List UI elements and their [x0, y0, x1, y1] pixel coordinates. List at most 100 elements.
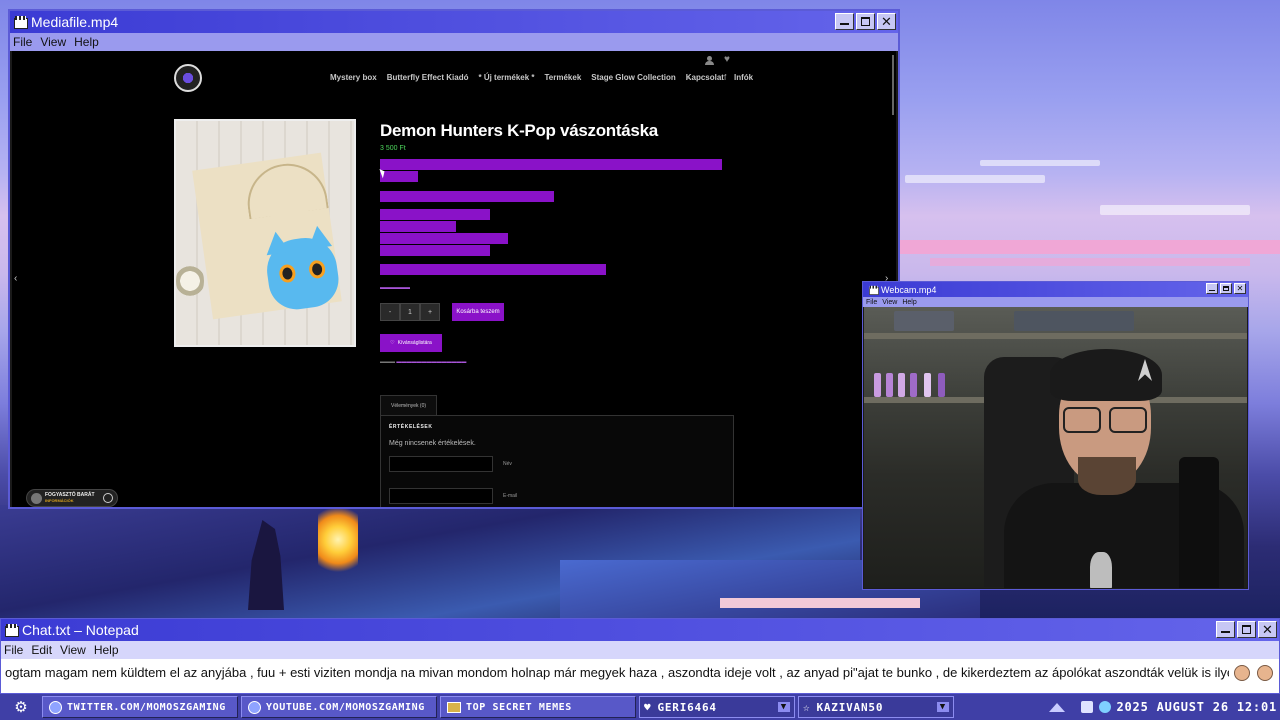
- toggle-icon[interactable]: [103, 493, 113, 503]
- reviews-panel: ÉRTÉKELÉSEK Még nincsenek értékelések. N…: [380, 415, 734, 507]
- media-menubar: File View Help: [10, 33, 898, 51]
- menu-edit[interactable]: Edit: [31, 643, 52, 657]
- menu-view[interactable]: View: [40, 35, 66, 49]
- qty-minus-button[interactable]: -: [380, 303, 400, 321]
- minimize-button[interactable]: [835, 13, 854, 30]
- email-field[interactable]: [389, 488, 493, 504]
- accessibility-badge[interactable]: FOGYASZTÓ BARÁT INFORMÁCIÓK: [26, 489, 118, 507]
- heart-icon[interactable]: ♥: [724, 54, 730, 65]
- minimize-button[interactable]: [1206, 283, 1218, 294]
- minimize-button[interactable]: [1216, 621, 1235, 638]
- qty-plus-button[interactable]: +: [420, 303, 440, 321]
- product-title: Demon Hunters K-Pop vászontáska: [380, 121, 658, 140]
- nav-info[interactable]: Infók: [734, 73, 753, 82]
- star-icon: ☆: [803, 700, 811, 714]
- chevron-down-icon[interactable]: ▼: [777, 702, 790, 712]
- person-beard: [1078, 457, 1136, 495]
- chevron-down-icon[interactable]: ▼: [936, 702, 949, 712]
- maximize-button[interactable]: [856, 13, 875, 30]
- highlighted-text: [380, 209, 490, 220]
- email-field-label: E-mail: [503, 493, 518, 499]
- media-window-title: Mediafile.mp4: [31, 14, 119, 30]
- quantity-stepper[interactable]: - 1 +: [380, 303, 440, 321]
- site-navbar: Mystery box Butterfly Effect Kiadó * Új …: [12, 51, 896, 103]
- nav-new-products[interactable]: * Új termékek *: [478, 73, 534, 82]
- heart-icon: ♥: [644, 700, 652, 714]
- close-button[interactable]: ✕: [1234, 283, 1246, 294]
- menu-help[interactable]: Help: [94, 643, 119, 657]
- notepad-text[interactable]: ogtam magam nem küldtem el az anyjába , …: [5, 665, 1229, 680]
- gear-icon: ⚙: [14, 699, 28, 716]
- taskbar-item-memes[interactable]: TOP SECRET MEMES: [440, 696, 636, 718]
- nav-contact[interactable]: Kapcsolat: [686, 73, 724, 82]
- shirt-print: [1090, 552, 1112, 588]
- user-field[interactable]: ♥ GERI6464 ▼: [639, 696, 795, 718]
- highlighted-text: [380, 191, 554, 202]
- highlighted-text: [380, 159, 722, 170]
- media-titlebar[interactable]: Mediafile.mp4 ✕: [10, 11, 898, 33]
- notepad-window-title: Chat.txt – Notepad: [22, 622, 139, 638]
- name-field-label: Név: [503, 461, 512, 467]
- maximize-button[interactable]: [1237, 621, 1256, 638]
- webcam-titlebar[interactable]: Webcam.mp4 ✕: [863, 282, 1248, 297]
- accessibility-icon: [31, 492, 42, 504]
- highlighted-text: [380, 245, 490, 256]
- pixel-cloud: [980, 160, 1100, 166]
- menu-file[interactable]: File: [13, 35, 32, 49]
- nav-butterfly-effect[interactable]: Butterfly Effect Kiadó: [387, 73, 469, 82]
- menu-help[interactable]: Help: [902, 299, 916, 306]
- add-to-cart-button[interactable]: Kosárba teszem: [452, 303, 504, 321]
- taskbar-item-label: TWITTER.COM/MOMOSZGAMING: [67, 701, 226, 713]
- menu-view[interactable]: View: [60, 643, 86, 657]
- flower-decoration: [176, 261, 204, 301]
- webpage-content: Mystery box Butterfly Effect Kiadó * Új …: [12, 51, 896, 507]
- product-image[interactable]: [174, 119, 356, 347]
- qty-value[interactable]: 1: [400, 303, 420, 321]
- taskbar-item-youtube[interactable]: YOUTUBE.COM/MOMOSZGAMING: [241, 696, 437, 718]
- nav-products[interactable]: Termékek: [545, 73, 582, 82]
- webcam-window-title: Webcam.mp4: [881, 284, 937, 295]
- details-link[interactable]: ▬▬▬▬▬: [380, 285, 410, 291]
- shelf-item: [894, 311, 954, 331]
- chevron-left-icon[interactable]: ‹: [14, 273, 17, 284]
- torch-glow: [318, 508, 358, 578]
- menu-file[interactable]: File: [866, 299, 877, 306]
- start-button[interactable]: ⚙: [3, 696, 39, 718]
- globe-icon: [49, 700, 62, 714]
- product-price: 3 500 Ft: [380, 145, 406, 152]
- taskbar-item-label: YOUTUBE.COM/MOMOSZGAMING: [266, 701, 425, 713]
- shelf-item: [910, 373, 917, 397]
- emoji-icon: [1257, 665, 1273, 681]
- star-field[interactable]: ☆ KAZIVAN50 ▼: [798, 696, 954, 718]
- tote-bag: [192, 152, 343, 320]
- network-icon[interactable]: [1098, 701, 1111, 713]
- menu-view[interactable]: View: [882, 299, 897, 306]
- nav-stage-glow[interactable]: Stage Glow Collection: [591, 73, 675, 82]
- folder-icon: [447, 701, 461, 713]
- menu-file[interactable]: File: [4, 643, 23, 657]
- save-icon[interactable]: [1080, 701, 1093, 713]
- nav-mystery-box[interactable]: Mystery box: [330, 73, 377, 82]
- name-field[interactable]: [389, 456, 493, 472]
- taskbar-item-twitter[interactable]: TWITTER.COM/MOMOSZGAMING: [42, 696, 238, 718]
- tab-reviews[interactable]: Vélemények (0): [380, 395, 438, 415]
- system-tray: 2025 AUGUST 26 12:01: [1048, 700, 1278, 714]
- facebook-icon[interactable]: f: [724, 73, 726, 82]
- categories-line: ▬▬▬ ▬▬▬▬▬▬▬▬▬▬▬▬▬▬: [380, 359, 467, 365]
- pink-sky-band: [900, 240, 1280, 254]
- clock[interactable]: 2025 AUGUST 26 12:01: [1117, 700, 1278, 714]
- tray-up-arrow-icon[interactable]: [1048, 702, 1065, 712]
- site-logo[interactable]: [174, 64, 202, 92]
- close-button[interactable]: ✕: [877, 13, 896, 30]
- clapperboard-icon: [14, 16, 28, 29]
- maximize-button[interactable]: [1220, 283, 1232, 294]
- wishlist-button[interactable]: ♡ Kívánságlistára: [380, 334, 442, 352]
- notepad-titlebar[interactable]: Chat.txt – Notepad ✕: [1, 619, 1279, 641]
- close-button[interactable]: ✕: [1258, 621, 1277, 638]
- highlighted-text: [380, 221, 456, 232]
- menu-help[interactable]: Help: [74, 35, 99, 49]
- search-icon[interactable]: ⌕: [686, 73, 690, 83]
- scrollbar[interactable]: [892, 55, 894, 115]
- user-icon[interactable]: [705, 56, 714, 65]
- shelf-item: [886, 373, 893, 397]
